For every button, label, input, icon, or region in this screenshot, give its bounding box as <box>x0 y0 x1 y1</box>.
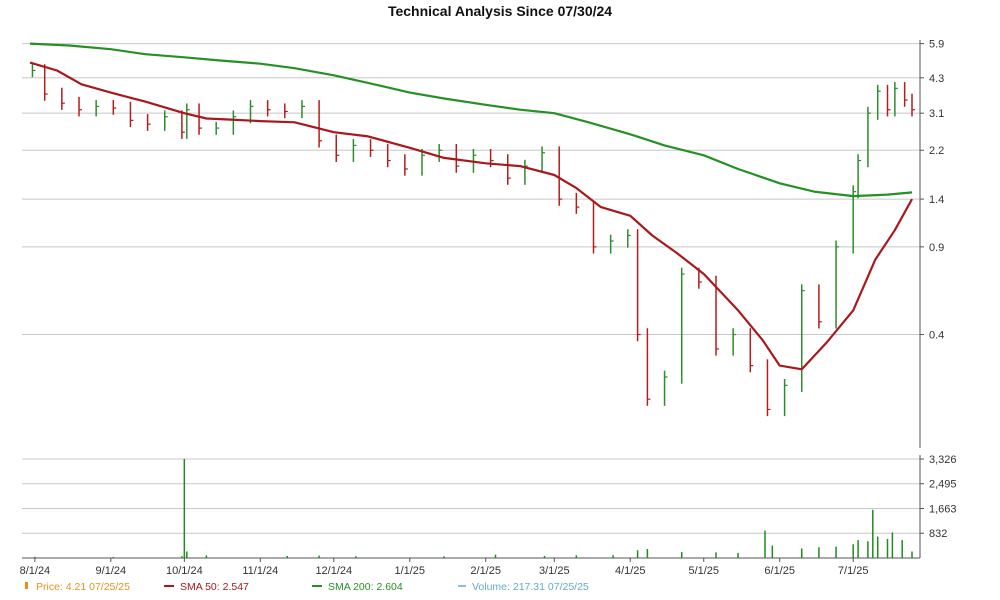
x-tick-label: 5/1/25 <box>688 565 719 577</box>
x-tick-label: 12/1/24 <box>315 565 352 577</box>
volume-y-ticks: 3,326 2,495 1,663 832 <box>920 454 957 540</box>
legend-marker-price <box>25 582 28 589</box>
price-y-ticks: 5.9 4.3 3.1 2.2 1.4 0.9 0.4 <box>920 39 944 342</box>
x-tick-label: 10/1/24 <box>166 565 203 577</box>
price-grid <box>22 43 920 336</box>
x-tick-label: 11/1/24 <box>242 565 278 577</box>
sma50-line <box>29 61 913 371</box>
price-tick-label: 1.4 <box>929 194 944 206</box>
x-tick-label: 9/1/24 <box>96 565 127 577</box>
legend-label-sma200: SMA 200: 2.604 <box>328 581 403 593</box>
sma200-line <box>29 42 913 198</box>
x-tick-label: 8/1/24 <box>20 565 51 577</box>
volume-tick-label: 832 <box>929 528 947 540</box>
volume-tick-label: 3,326 <box>929 454 957 466</box>
legend-label-sma50: SMA 50: 2.547 <box>180 581 249 593</box>
x-tick-label: 2/1/25 <box>470 565 501 577</box>
x-tick-label: 1/1/25 <box>394 565 425 577</box>
price-tick-label: 5.9 <box>929 39 944 51</box>
x-tick-label: 4/1/25 <box>615 565 646 577</box>
x-tick-label: 7/1/25 <box>838 565 869 577</box>
legend: Price: 4.21 07/25/25 SMA 50: 2.547 SMA 200… <box>25 581 589 593</box>
price-tick-label: 2.2 <box>929 145 944 157</box>
price-bars <box>31 64 915 417</box>
price-tick-label: 4.3 <box>929 73 944 85</box>
x-tick-label: 6/1/25 <box>764 565 795 577</box>
technical-analysis-chart: Technical Analysis Since 07/30/24 5.9 4.3… <box>20 3 957 593</box>
volume-grid <box>22 458 920 534</box>
volume-tick-label: 2,495 <box>929 479 957 491</box>
x-tick-label: 3/1/25 <box>539 565 570 577</box>
volume-tick-label: 1,663 <box>929 504 957 516</box>
series-lines <box>29 42 913 371</box>
legend-label-volume: Volume: 217.31 07/25/25 <box>472 581 589 593</box>
chart-title: Technical Analysis Since 07/30/24 <box>388 3 612 19</box>
price-tick-label: 0.9 <box>929 242 944 254</box>
x-ticks: 8/1/24 9/1/24 10/1/24 11/1/24 12/1/24 1/1/25 2… <box>20 558 869 577</box>
legend-label-price: Price: 4.21 07/25/25 <box>36 581 130 593</box>
price-tick-label: 3.1 <box>929 108 944 120</box>
price-tick-label: 0.4 <box>929 330 944 342</box>
